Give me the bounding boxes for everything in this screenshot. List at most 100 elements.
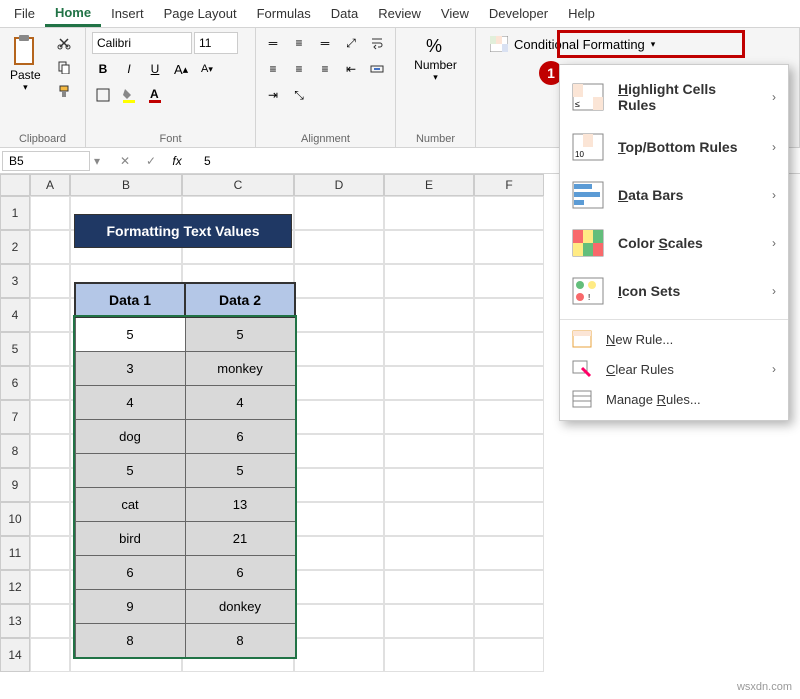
cell-F10[interactable] [474,502,544,536]
cell-A13[interactable] [30,604,70,638]
row-header-3[interactable]: 3 [0,264,30,298]
cell-E5[interactable] [384,332,474,366]
tab-help[interactable]: Help [558,2,605,25]
cell-D9[interactable] [294,468,384,502]
font-name-select[interactable] [92,32,192,54]
cell-F14[interactable] [474,638,544,672]
cell-A1[interactable] [30,196,70,230]
paste-button[interactable]: Paste ▾ [6,32,45,131]
col-header-b[interactable]: B [70,174,182,196]
table-cell[interactable]: 21 [185,521,295,555]
table-cell[interactable]: 13 [185,487,295,521]
col-header-a[interactable]: A [30,174,70,196]
cell-E4[interactable] [384,298,474,332]
fx-button[interactable]: fx [166,150,188,172]
cancel-formula-button[interactable]: ✕ [114,150,136,172]
tab-home[interactable]: Home [45,1,101,27]
wrap-text-button[interactable] [366,32,388,54]
cell-F1[interactable] [474,196,544,230]
table-cell[interactable]: monkey [185,351,295,385]
cell-E6[interactable] [384,366,474,400]
format-painter-button[interactable] [53,80,75,102]
row-header-10[interactable]: 10 [0,502,30,536]
orient2-button[interactable]: ⤡ [288,84,310,106]
cell-A14[interactable] [30,638,70,672]
tab-insert[interactable]: Insert [101,2,154,25]
cut-button[interactable] [53,32,75,54]
row-header-4[interactable]: 4 [0,298,30,332]
cell-E11[interactable] [384,536,474,570]
cell-D13[interactable] [294,604,384,638]
row-header-12[interactable]: 12 [0,570,30,604]
cell-F5[interactable] [474,332,544,366]
table-cell[interactable]: 5 [185,317,295,351]
cell-E7[interactable] [384,400,474,434]
row-header-7[interactable]: 7 [0,400,30,434]
row-header-9[interactable]: 9 [0,468,30,502]
bold-button[interactable]: B [92,58,114,80]
cell-A6[interactable] [30,366,70,400]
row-header-11[interactable]: 11 [0,536,30,570]
cell-A12[interactable] [30,570,70,604]
menu-color-scales[interactable]: Color Scales › [560,219,788,267]
border-button[interactable] [92,84,114,106]
underline-button[interactable]: U [144,58,166,80]
cell-A3[interactable] [30,264,70,298]
menu-data-bars[interactable]: Data Bars › [560,171,788,219]
align-middle-button[interactable]: ≡ [288,32,310,54]
cell-F4[interactable] [474,298,544,332]
cell-D11[interactable] [294,536,384,570]
table-cell[interactable]: 4 [75,385,185,419]
cell-A4[interactable] [30,298,70,332]
cell-E1[interactable] [384,196,474,230]
align-top-button[interactable]: ═ [262,32,284,54]
table-cell[interactable]: 6 [185,555,295,589]
indent-inc-button[interactable]: ⇥ [262,84,284,106]
table-cell[interactable]: 5 [185,453,295,487]
cell-A11[interactable] [30,536,70,570]
cell-D14[interactable] [294,638,384,672]
cell-A10[interactable] [30,502,70,536]
menu-highlight-cells[interactable]: ≤ Highlight Cells Rules › [560,71,788,123]
row-header-14[interactable]: 14 [0,638,30,672]
table-cell[interactable]: 3 [75,351,185,385]
col-header-f[interactable]: F [474,174,544,196]
table-cell[interactable]: bird [75,521,185,555]
name-box[interactable] [2,151,90,171]
font-color-button[interactable]: A [144,84,166,106]
cell-A2[interactable] [30,230,70,264]
cell-D10[interactable] [294,502,384,536]
row-header-8[interactable]: 8 [0,434,30,468]
select-all-corner[interactable] [0,174,30,196]
row-header-2[interactable]: 2 [0,230,30,264]
number-format-button[interactable]: % Number ▾ [402,32,469,85]
merge-button[interactable] [366,58,388,80]
table-cell[interactable]: cat [75,487,185,521]
cell-D12[interactable] [294,570,384,604]
cell-E13[interactable] [384,604,474,638]
cell-F12[interactable] [474,570,544,604]
cell-A9[interactable] [30,468,70,502]
row-header-1[interactable]: 1 [0,196,30,230]
cell-F3[interactable] [474,264,544,298]
enter-formula-button[interactable]: ✓ [140,150,162,172]
cell-A7[interactable] [30,400,70,434]
align-right-button[interactable]: ≡ [314,58,336,80]
table-cell[interactable]: 6 [75,555,185,589]
menu-manage-rules[interactable]: Manage Rules... [560,384,788,414]
tab-formulas[interactable]: Formulas [247,2,321,25]
font-shrink-button[interactable]: A▾ [196,58,218,80]
cell-E2[interactable] [384,230,474,264]
tab-data[interactable]: Data [321,2,368,25]
table-cell[interactable]: 9 [75,589,185,623]
cell-D4[interactable] [294,298,384,332]
col-header-c[interactable]: C [182,174,294,196]
cell-F9[interactable] [474,468,544,502]
cell-F6[interactable] [474,366,544,400]
cell-F13[interactable] [474,604,544,638]
row-header-6[interactable]: 6 [0,366,30,400]
tab-page-layout[interactable]: Page Layout [154,2,247,25]
orientation-button[interactable]: ⤢ [340,32,362,54]
cell-D6[interactable] [294,366,384,400]
copy-button[interactable] [53,56,75,78]
